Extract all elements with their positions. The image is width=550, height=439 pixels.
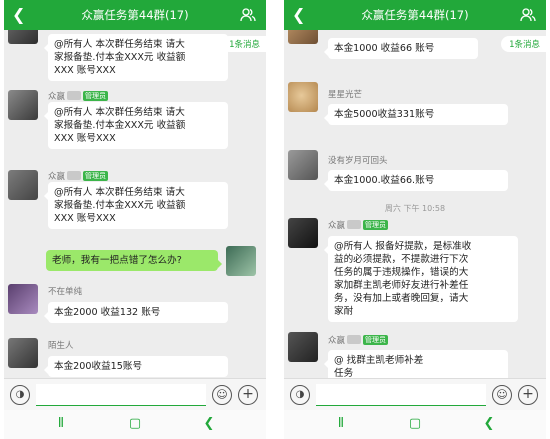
left-chat-screen: ❮ 众赢任务第44群(17) @所有人 本次群任务结束 请大 家报备垫.付本金X… bbox=[4, 0, 266, 439]
plus-icon[interactable]: + bbox=[238, 385, 258, 405]
voice-icon[interactable]: ◑ bbox=[290, 385, 310, 405]
sender-name: 众赢 管理员 bbox=[328, 220, 389, 231]
timestamp: 周六 下午 10:58 bbox=[384, 204, 446, 213]
title-bar: ❮ 众赢任务第44群(17) bbox=[284, 0, 546, 30]
message-bubble[interactable]: 本金1000 收益66 账号 bbox=[324, 38, 478, 59]
message-bubble[interactable]: @所有人 本次群任务结束 请大 家报备垫.付本金XXX元 收益额 XXX 账号X… bbox=[44, 182, 228, 229]
admin-badge: 管理员 bbox=[363, 220, 389, 230]
emoji-icon[interactable]: ☺ bbox=[212, 385, 232, 405]
sent-message-bubble[interactable]: 老师，我有一把点错了怎么办? bbox=[46, 250, 222, 271]
input-bar: ◑ ☺ + bbox=[284, 378, 546, 410]
plus-icon[interactable]: + bbox=[518, 385, 538, 405]
sender-name: 陌生人 bbox=[48, 341, 74, 351]
voice-icon[interactable]: ◑ bbox=[10, 385, 30, 405]
back-icon[interactable]: ❮ bbox=[200, 416, 218, 432]
avatar[interactable] bbox=[8, 170, 38, 200]
sender-name: 众赢 管理员 bbox=[48, 171, 109, 182]
message-bubble[interactable]: 本金200收益15账号 bbox=[44, 356, 228, 377]
message-bubble[interactable]: 本金5000收益331账号 bbox=[324, 104, 508, 125]
admin-badge: 管理员 bbox=[363, 335, 389, 345]
avatar[interactable] bbox=[8, 338, 38, 368]
admin-badge: 管理员 bbox=[83, 171, 109, 181]
admin-badge: 管理员 bbox=[83, 91, 109, 101]
message-list[interactable]: 本金1000 收益66 账号 1条消息 星星光芒 本金5000收益331账号 没… bbox=[284, 30, 546, 378]
new-messages-indicator[interactable]: 1条消息 bbox=[501, 36, 546, 52]
chat-title: 众赢任务第44群(17) bbox=[361, 8, 469, 22]
avatar[interactable] bbox=[8, 284, 38, 314]
sender-name: 星星光芒 bbox=[328, 90, 363, 100]
right-chat-screen: ❮ 众赢任务第44群(17) 本金1000 收益66 账号 1条消息 星星光芒 … bbox=[284, 0, 546, 439]
group-members-icon[interactable] bbox=[520, 7, 536, 23]
my-avatar[interactable] bbox=[226, 246, 256, 276]
avatar[interactable] bbox=[288, 30, 318, 44]
home-icon[interactable]: ▢ bbox=[406, 416, 424, 432]
message-bubble[interactable]: @所有人 本次群任务结束 请大 家报备垫.付本金XXX元 收益额 XXX 账号X… bbox=[44, 34, 228, 81]
avatar[interactable] bbox=[8, 90, 38, 120]
message-bubble[interactable]: @所有人 本次群任务结束 请大 家报备垫.付本金XXX元 收益额 XXX 账号X… bbox=[44, 102, 228, 149]
title-bar: ❮ 众赢任务第44群(17) bbox=[4, 0, 266, 30]
avatar[interactable] bbox=[288, 218, 318, 248]
home-icon[interactable]: ▢ bbox=[126, 416, 144, 432]
avatar[interactable] bbox=[288, 332, 318, 362]
new-messages-indicator[interactable]: 1条消息 bbox=[221, 36, 266, 52]
avatar[interactable] bbox=[288, 150, 318, 180]
system-nav-bar: Ⅱ ▢ ❮ bbox=[284, 410, 546, 439]
message-bubble[interactable]: 本金1000.收益66.账号 bbox=[324, 170, 508, 191]
sender-name: 没有岁月可回头 bbox=[328, 156, 388, 166]
group-members-icon[interactable] bbox=[240, 7, 256, 23]
menu-icon[interactable]: Ⅱ bbox=[52, 416, 70, 432]
system-nav-bar: Ⅱ ▢ ❮ bbox=[4, 410, 266, 439]
message-input[interactable] bbox=[316, 384, 486, 406]
input-bar: ◑ ☺ + bbox=[4, 378, 266, 410]
message-input[interactable] bbox=[36, 384, 206, 406]
message-bubble[interactable]: 本金2000 收益132 账号 bbox=[44, 302, 228, 323]
avatar[interactable] bbox=[8, 30, 38, 44]
emoji-icon[interactable]: ☺ bbox=[492, 385, 512, 405]
chat-title: 众赢任务第44群(17) bbox=[81, 8, 189, 22]
message-bubble[interactable]: @所有人 报备好提款，是标准收 益的必须提款，不提款进行下次 任务的属于违规操作… bbox=[324, 236, 518, 322]
sender-name: 众赢 管理员 bbox=[328, 335, 389, 346]
sender-name: 不在单纯 bbox=[48, 287, 83, 297]
message-bubble[interactable]: @ 找群主凯老师补差 任务 bbox=[324, 350, 508, 378]
back-icon[interactable]: ❮ bbox=[480, 416, 498, 432]
message-list[interactable]: @所有人 本次群任务结束 请大 家报备垫.付本金XXX元 收益额 XXX 账号X… bbox=[4, 30, 266, 378]
avatar[interactable] bbox=[288, 82, 318, 112]
sender-name: 众赢 管理员 bbox=[48, 91, 109, 102]
menu-icon[interactable]: Ⅱ bbox=[332, 416, 350, 432]
